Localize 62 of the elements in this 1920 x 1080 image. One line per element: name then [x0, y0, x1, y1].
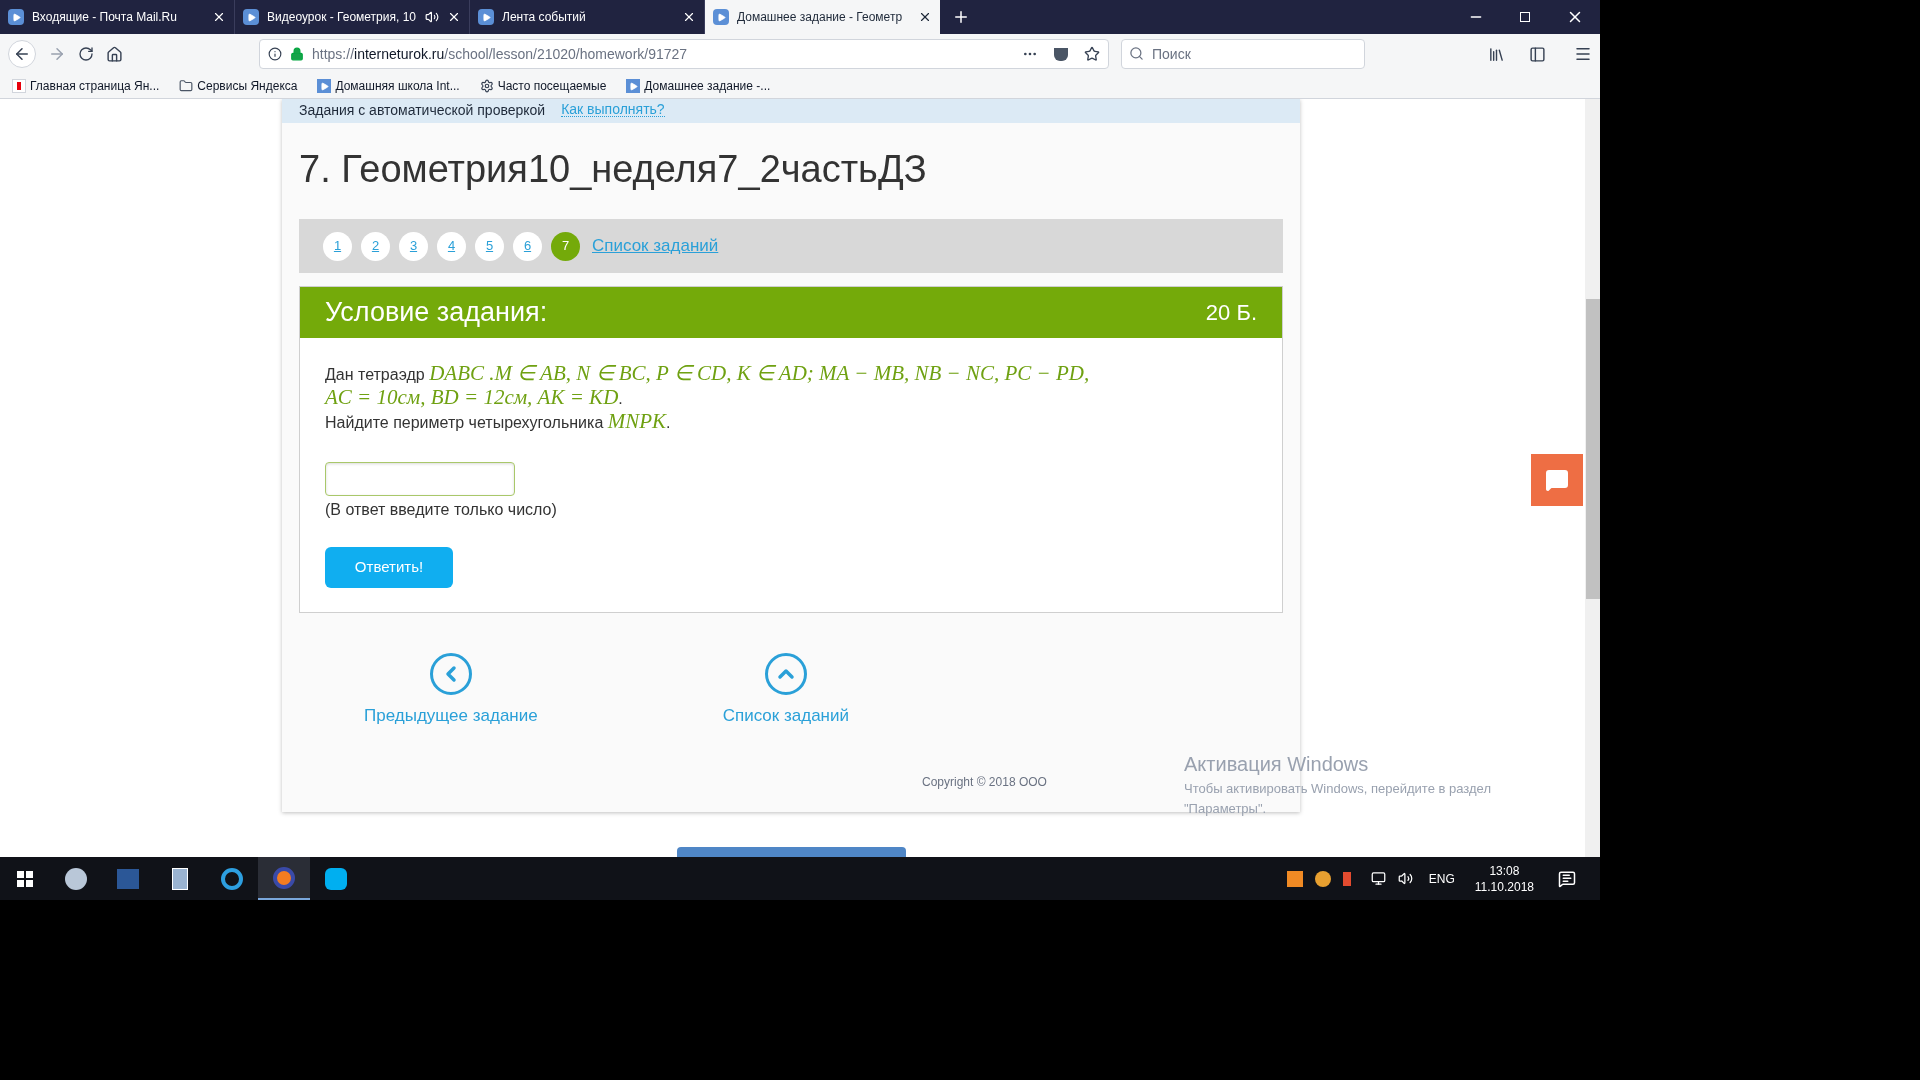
menu-icon[interactable]	[1574, 45, 1592, 63]
info-icon	[268, 47, 282, 61]
folder-icon	[179, 79, 194, 93]
page-title: 7. Геометрия10_неделя7_2частьДЗ	[299, 147, 928, 192]
search-icon	[1129, 46, 1144, 61]
bookmark-item[interactable]: Часто посещаемые	[479, 77, 607, 95]
favicon-icon	[713, 9, 729, 25]
banner-text: Задания с автоматической проверкой	[299, 103, 546, 117]
chat-icon	[1545, 468, 1569, 492]
favicon-icon	[8, 9, 24, 25]
tab-title: Видеоурок - Геометрия, 10	[267, 9, 417, 26]
tray-app-icon[interactable]	[1314, 870, 1331, 887]
tab-title: Лента событий	[502, 9, 587, 26]
tray-app-icon[interactable]	[1342, 871, 1351, 886]
speaker-icon[interactable]	[425, 10, 439, 24]
task-statement: Дан тетраэдр DABC .M ∈ AB, N ∈ BC, P ∈ CD, K ∈ AD; MA − MB, NB − NC, PC − PD, AC = 10см, BD = 12см, AK = KD. Найдите периметр четырехугольника MNPK.	[325, 362, 1091, 434]
star-icon[interactable]	[1084, 46, 1100, 62]
bookmark-item[interactable]: Главная страница Ян...	[12, 77, 160, 95]
back-button[interactable]	[8, 40, 36, 68]
chevron-up-icon	[764, 653, 807, 695]
firefox-app-icon[interactable]	[258, 857, 310, 900]
sidebar-icon[interactable]	[1529, 45, 1546, 63]
lock-icon	[290, 47, 304, 61]
chevron-left-icon	[429, 653, 472, 695]
bookmark-item[interactable]: Домашнее задание -...	[626, 77, 771, 95]
address-field[interactable]: https://interneturok.ru/school/lesson/21020/homework/91727	[259, 39, 1109, 69]
answer-hint: (В ответ введите только число)	[325, 500, 558, 520]
answer-field[interactable]	[325, 462, 515, 496]
browser-tab[interactable]: Домашнее задание - Геометр	[705, 0, 940, 34]
search-field[interactable]: Поиск	[1121, 39, 1365, 69]
play-page-icon	[626, 79, 641, 93]
restore-icon[interactable]	[1520, 12, 1530, 22]
home-icon[interactable]	[106, 45, 123, 63]
language-indicator[interactable]: ENG	[1428, 869, 1455, 888]
library-icon[interactable]	[1488, 45, 1505, 63]
gear-icon	[479, 79, 494, 93]
activation-title: Активация Windows	[1184, 752, 1369, 777]
activation-text: Чтобы активировать Windows, перейдите в раздел "Параметры".	[1184, 780, 1492, 818]
new-tab-icon[interactable]	[952, 8, 970, 26]
clock[interactable]: 13:08 11.10.2018	[1474, 862, 1534, 895]
close-icon[interactable]	[447, 10, 461, 24]
favicon-icon	[243, 9, 259, 25]
close-icon[interactable]	[918, 10, 932, 24]
play-page-icon	[317, 79, 332, 93]
task-header-title: Условие задания:	[325, 296, 548, 330]
favicon-icon	[478, 9, 494, 25]
network-icon[interactable]	[1370, 871, 1386, 886]
close-icon[interactable]	[682, 10, 696, 24]
tray-app-icon[interactable]	[1286, 870, 1303, 887]
bookmark-item[interactable]: Сервисы Яндекса	[179, 77, 298, 95]
notification-icon[interactable]	[1558, 869, 1576, 888]
volume-icon[interactable]	[1397, 871, 1413, 886]
pocket-icon[interactable]	[1054, 47, 1068, 61]
copyright-text: Copyright © 2018 ООО	[922, 773, 1047, 791]
reload-icon[interactable]	[78, 46, 94, 62]
letter-logo-icon	[12, 79, 26, 93]
task-points: 20 Б.	[1205, 299, 1257, 327]
chat-button[interactable]	[1531, 454, 1583, 506]
close-icon[interactable]	[212, 10, 226, 24]
tab-title: Входящие - Почта Mail.Ru	[32, 9, 178, 26]
tab-title: Домашнее задание - Геометр	[737, 9, 904, 26]
bookmark-item[interactable]: Домашняя школа Int...	[317, 77, 460, 95]
